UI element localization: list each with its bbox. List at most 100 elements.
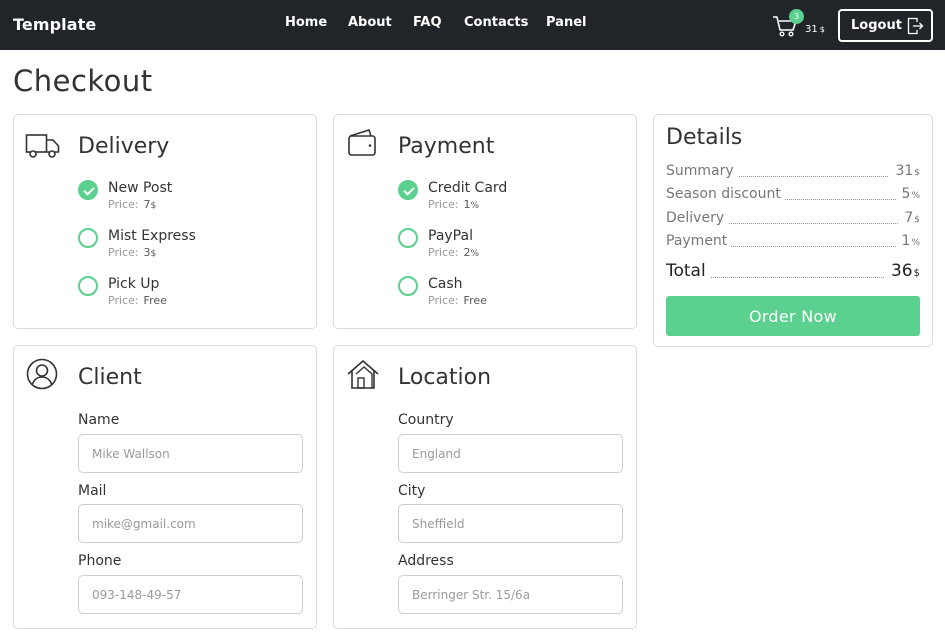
row-label: Summary <box>666 163 738 179</box>
delivery-card: Delivery New Post Price: 7 $ Mist Express … <box>13 114 317 329</box>
radio-checked-icon[interactable] <box>78 180 98 200</box>
radio-icon[interactable] <box>398 228 418 248</box>
radio-icon[interactable] <box>398 276 418 296</box>
mail-input[interactable] <box>78 504 303 543</box>
brand-logo[interactable]: Template <box>13 15 96 34</box>
details-title: Details <box>666 125 743 150</box>
value-unit: $ <box>913 268 920 279</box>
option-label: PayPal <box>428 228 473 244</box>
total-label: Total <box>666 261 710 281</box>
value-number: 1 <box>901 233 911 249</box>
country-label: Country <box>398 412 454 428</box>
delivery-option-pick-up[interactable]: Pick Up Price: Free <box>78 276 298 316</box>
address-label: Address <box>398 553 454 569</box>
city-label: City <box>398 483 426 499</box>
row-value: 1% <box>895 233 920 249</box>
location-card: Location Country City Address <box>333 345 637 629</box>
order-now-button[interactable]: Order Now <box>666 296 920 336</box>
nav-link-panel[interactable]: Panel <box>546 15 586 30</box>
row-label: Payment <box>666 233 732 249</box>
price-label: Price: <box>108 198 139 211</box>
price-value: 2 <box>463 246 471 259</box>
option-price: Price: 1% <box>428 198 479 211</box>
price-value: 3 <box>143 246 151 259</box>
logout-button[interactable]: Logout <box>838 9 933 42</box>
option-label: Credit Card <box>428 180 508 196</box>
payment-card: Payment Credit Card Price: 1% PayPal Pric… <box>333 114 637 329</box>
radio-checked-icon[interactable] <box>398 180 418 200</box>
option-label: New Post <box>108 180 173 196</box>
location-title: Location <box>398 365 492 390</box>
user-icon <box>26 358 58 394</box>
house-icon <box>346 358 380 394</box>
nav-link-faq[interactable]: FAQ <box>413 15 442 30</box>
mail-label: Mail <box>78 483 107 499</box>
delivery-option-new-post[interactable]: New Post Price: 7$ <box>78 180 298 220</box>
price-label: Price: <box>428 294 459 307</box>
option-price: Price: Free <box>108 294 167 307</box>
logout-icon <box>907 17 924 39</box>
details-row-season-discount: Season discount 5% <box>666 186 920 204</box>
value-number: 5 <box>901 186 911 202</box>
price-value: Free <box>143 294 167 307</box>
option-price: Price: 7$ <box>108 198 156 211</box>
row-value: 7$ <box>898 210 920 226</box>
payment-option-credit-card[interactable]: Credit Card Price: 1% <box>398 180 618 220</box>
address-input[interactable] <box>398 575 623 614</box>
name-input[interactable] <box>78 434 303 473</box>
price-unit: $ <box>150 249 157 259</box>
truck-icon <box>25 130 61 164</box>
price-unit: % <box>470 201 480 211</box>
delivery-option-mist-express[interactable]: Mist Express Price: 3$ <box>78 228 298 268</box>
phone-label: Phone <box>78 553 122 569</box>
price-label: Price: <box>428 198 459 211</box>
row-value: 31$ <box>889 163 920 179</box>
nav-link-home[interactable]: Home <box>285 15 327 30</box>
cart-total: 31 $ <box>805 24 825 35</box>
option-label: Cash <box>428 276 463 292</box>
value-unit: % <box>911 238 920 248</box>
option-price: Price: Free <box>428 294 487 307</box>
payment-option-cash[interactable]: Cash Price: Free <box>398 276 618 316</box>
radio-icon[interactable] <box>78 228 98 248</box>
price-value: Free <box>463 294 487 307</box>
price-label: Price: <box>108 294 139 307</box>
value-unit: $ <box>914 168 920 178</box>
total-value: 36$ <box>884 261 920 281</box>
client-title: Client <box>78 365 142 390</box>
price-unit: % <box>470 249 480 259</box>
details-row-summary: Summary 31$ <box>666 163 920 181</box>
option-price: Price: 3$ <box>108 246 156 259</box>
country-input[interactable] <box>398 434 623 473</box>
cart-total-currency: $ <box>819 25 825 34</box>
row-label: Delivery <box>666 210 729 226</box>
payment-title: Payment <box>398 134 495 159</box>
radio-icon[interactable] <box>78 276 98 296</box>
nav-link-about[interactable]: About <box>348 15 392 30</box>
details-row-total: Total 36$ <box>666 261 920 283</box>
option-label: Mist Express <box>108 228 196 244</box>
price-label: Price: <box>108 246 139 259</box>
price-value: 7 <box>143 198 151 211</box>
price-value: 1 <box>463 198 471 211</box>
payment-option-paypal[interactable]: PayPal Price: 2% <box>398 228 618 268</box>
cart-count-badge: 3 <box>789 9 804 24</box>
row-label: Season discount <box>666 186 785 202</box>
details-row-payment: Payment 1% <box>666 233 920 251</box>
details-row-delivery: Delivery 7$ <box>666 210 920 228</box>
wallet-icon <box>347 128 379 162</box>
phone-input[interactable] <box>78 575 303 614</box>
navbar: Template Home About FAQ Contacts Panel 3… <box>0 0 945 50</box>
value-number: 36 <box>890 261 913 281</box>
details-card: Details Summary 31$ Season discount 5% D… <box>653 114 933 347</box>
price-label: Price: <box>428 246 459 259</box>
value-number: 7 <box>904 210 914 226</box>
option-label: Pick Up <box>108 276 160 292</box>
delivery-title: Delivery <box>78 134 170 159</box>
nav-link-contacts[interactable]: Contacts <box>464 15 528 30</box>
city-input[interactable] <box>398 504 623 543</box>
page-title: Checkout <box>13 64 153 98</box>
value-number: 31 <box>895 163 914 179</box>
value-unit: % <box>911 191 920 201</box>
client-card: Client Name Mail Phone <box>13 345 317 629</box>
